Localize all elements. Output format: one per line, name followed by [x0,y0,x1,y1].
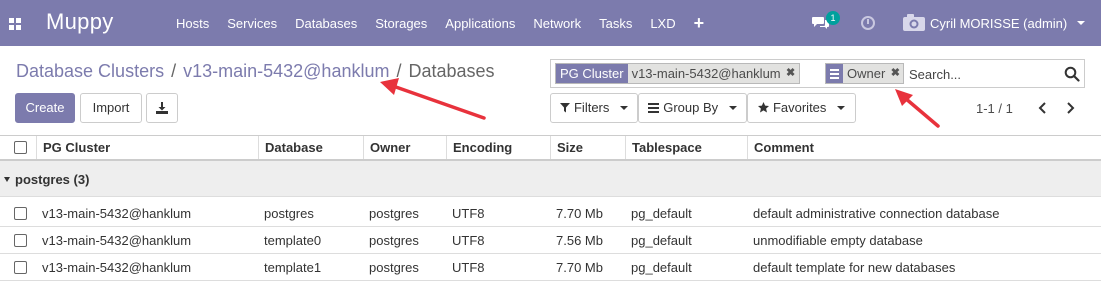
menu-item-lxd[interactable]: LXD [650,16,675,34]
chat-badge: 1 [826,11,840,25]
breadcrumb-separator: / [171,61,177,81]
close-icon[interactable]: ✖ [889,64,901,83]
row-checkbox[interactable] [14,206,27,220]
column-header-pg-cluster[interactable]: PG Cluster [36,136,258,159]
cell-pg-cluster: v13-main-5432@hanklum [42,205,192,221]
cell-owner: postgres [369,232,419,248]
row-checkbox[interactable] [14,260,27,274]
breadcrumb-database-clusters[interactable]: Database Clusters [16,61,164,82]
menu-item-services[interactable]: Services [227,16,277,34]
breadcrumb-separator: / [396,61,402,81]
menu-item-tasks[interactable]: Tasks [599,16,632,34]
create-button[interactable]: Create [15,93,75,123]
chevron-right-icon[interactable] [1064,102,1076,114]
row-checkbox-cell [14,254,27,280]
cell-owner: postgres [369,205,419,221]
row-checkbox-cell [14,200,27,226]
facet-value: v13-main-5432@hanklum [631,66,781,81]
chevron-down-icon[interactable] [1077,21,1085,25]
menu-item-network[interactable]: Network [533,16,581,34]
select-all-checkbox[interactable] [14,141,27,154]
column-header-encoding[interactable]: Encoding [446,136,550,159]
row-checkbox[interactable] [14,233,27,247]
main-menu: Hosts Services Databases Storages Applic… [176,14,722,34]
table-row[interactable]: v13-main-5432@hanklum template1 postgres… [0,254,1101,281]
company-avatar-icon[interactable] [903,14,925,31]
cell-comment: unmodifiable empty database [753,232,923,248]
top-navbar: Muppy Hosts Services Databases Storages … [0,0,1101,46]
table-header: PG Cluster Database Owner Encoding Size … [0,135,1101,161]
cell-tablespace: pg_default [631,232,692,248]
menu-item-applications[interactable]: Applications [445,16,515,34]
column-header-database[interactable]: Database [258,136,363,159]
breadcrumb: Database Clusters / v13-main-5432@hanklu… [16,61,495,82]
group-by-button[interactable]: Group By [638,93,747,123]
grid-icon[interactable] [9,18,21,30]
search-icon[interactable] [1064,66,1080,82]
cell-pg-cluster: v13-main-5432@hanklum [42,232,192,248]
favorites-label: Favorites [772,100,827,115]
download-icon [156,102,168,114]
table-row[interactable]: v13-main-5432@hanklum postgres postgres … [0,200,1101,227]
favorites-button[interactable]: Favorites [747,93,856,123]
cell-comment: default administrative connection databa… [753,205,1000,221]
cell-size: 7.70 Mb [556,259,603,275]
cell-encoding: UTF8 [452,259,485,275]
chevron-left-icon[interactable] [1037,102,1049,114]
select-all-checkbox-cell [14,136,27,159]
cell-database: postgres [264,205,314,221]
close-icon[interactable]: ✖ [785,64,797,83]
menu-item-hosts[interactable]: Hosts [176,16,209,34]
menu-item-add[interactable]: + [694,14,705,34]
breadcrumb-cluster[interactable]: v13-main-5432@hanklum [183,61,389,82]
search-bar[interactable]: PG Cluster v13-main-5432@hanklum ✖ Owner… [550,59,1085,88]
search-facet-pg-cluster: PG Cluster v13-main-5432@hanklum ✖ [555,63,800,84]
table-row[interactable]: v13-main-5432@hanklum template0 postgres… [0,227,1101,254]
clock-icon[interactable] [861,16,875,30]
menu-item-databases[interactable]: Databases [295,16,357,34]
cell-size: 7.70 Mb [556,205,603,221]
cell-tablespace: pg_default [631,259,692,275]
pager-value[interactable]: 1-1 / 1 [976,101,1013,116]
menu-item-storages[interactable]: Storages [375,16,427,34]
page-title: Databases [408,61,495,81]
user-menu[interactable]: Cyril MORISSE (admin) [930,16,1067,31]
filters-button[interactable]: Filters [550,93,638,123]
column-header-owner[interactable]: Owner [363,136,446,159]
cell-comment: default template for new databases [753,259,956,275]
facet-value: Owner [847,66,886,81]
cell-tablespace: pg_default [631,205,692,221]
annotation-arrow [380,78,486,120]
facet-label: PG Cluster [556,64,628,83]
download-button[interactable] [146,93,178,123]
filter-icon [559,103,570,113]
group-label: postgres (3) [15,171,90,187]
search-facet-groupby-owner: Owner ✖ [825,63,905,84]
column-header-size[interactable]: Size [550,136,625,159]
column-header-tablespace[interactable]: Tablespace [625,136,747,159]
import-button[interactable]: Import [80,93,142,123]
annotation-arrow [895,89,940,128]
cell-encoding: UTF8 [452,232,485,248]
caret-down-icon [4,177,10,182]
cell-pg-cluster: v13-main-5432@hanklum [42,259,192,275]
group-row[interactable]: postgres (3) [0,161,1101,197]
group-by-label: Group By [663,100,719,115]
cell-owner: postgres [369,259,419,275]
app-brand[interactable]: Muppy [46,9,114,35]
row-checkbox-cell [14,227,27,253]
cell-size: 7.56 Mb [556,232,603,248]
star-icon [757,102,769,113]
filters-label: Filters [573,100,610,115]
cell-database: template1 [264,259,322,275]
search-input[interactable] [909,64,1049,84]
column-header-comment[interactable]: Comment [747,136,1101,159]
cell-encoding: UTF8 [452,205,485,221]
list-icon [648,103,660,113]
cell-database: template0 [264,232,322,248]
list-icon [826,64,843,83]
